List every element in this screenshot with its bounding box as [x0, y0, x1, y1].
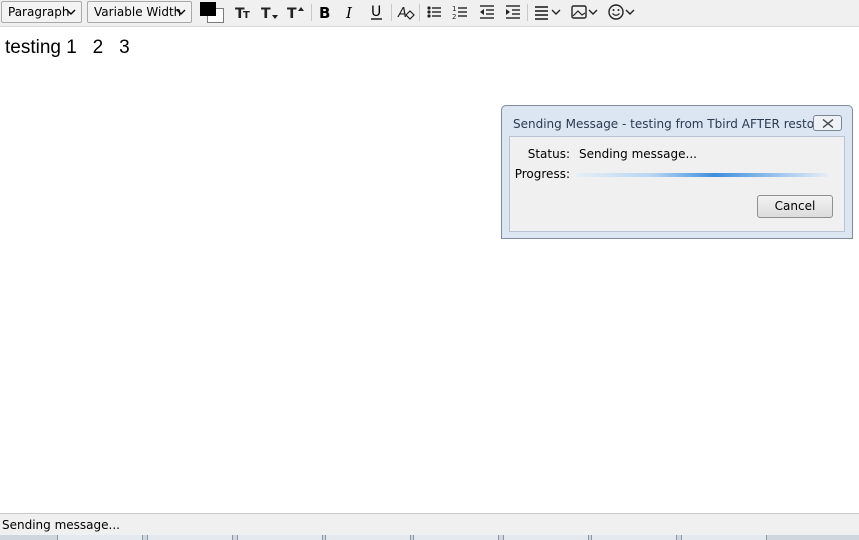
status-value: Sending message... — [579, 147, 697, 161]
svg-text:T: T — [287, 6, 297, 22]
taskbar-item[interactable] — [681, 535, 767, 540]
taskbar-item[interactable] — [147, 535, 233, 540]
taskbar-item[interactable] — [503, 535, 589, 540]
dialog-title: Sending Message - testing from Tbird AFT… — [513, 117, 827, 131]
toolbar-separator — [391, 4, 392, 21]
dialog-body: Status: Sending message... Progress: Can… — [509, 136, 845, 232]
smiley-icon[interactable] — [606, 2, 638, 22]
message-body-text[interactable]: testing 1 2 3 — [5, 37, 130, 59]
text-color-swatch[interactable] — [200, 2, 216, 16]
svg-text:T: T — [261, 6, 271, 22]
toolbar-separator — [527, 4, 528, 21]
svg-text:I: I — [345, 4, 353, 22]
taskbar-item[interactable] — [591, 535, 677, 540]
progress-bar — [576, 173, 828, 177]
sending-message-dialog: Sending Message - testing from Tbird AFT… — [501, 105, 853, 239]
align-icon[interactable] — [532, 2, 564, 22]
paragraph-format-select[interactable]: Paragraph — [1, 1, 82, 23]
svg-text:A: A — [397, 6, 407, 21]
progress-label: Progress: — [514, 167, 570, 181]
taskbar-strip — [0, 535, 859, 540]
decrease-font-size-icon[interactable]: T — [258, 2, 280, 22]
format-toolbar: Paragraph Variable Width TT T T B I U A — [0, 0, 859, 27]
toolbar-separator — [419, 4, 420, 21]
status-label: Status: — [527, 147, 570, 161]
close-button[interactable] — [813, 115, 842, 131]
underline-icon[interactable]: U — [366, 2, 388, 22]
chevron-down-icon — [175, 2, 187, 28]
insert-image-icon[interactable] — [569, 2, 601, 22]
taskbar-item[interactable] — [237, 535, 323, 540]
svg-text:T: T — [243, 10, 250, 21]
italic-icon[interactable]: I — [340, 2, 362, 22]
numbered-list-icon[interactable]: 12 — [449, 2, 471, 22]
font-size-icon[interactable]: TT — [232, 2, 254, 22]
toolbar-separator — [311, 4, 312, 21]
bulleted-list-icon[interactable] — [423, 2, 445, 22]
close-icon — [822, 119, 833, 128]
svg-text:1: 1 — [452, 5, 456, 13]
font-family-select[interactable]: Variable Width — [87, 1, 192, 23]
font-family-value: Variable Width — [94, 5, 182, 19]
increase-font-size-icon[interactable]: T — [284, 2, 306, 22]
status-bar-text: Sending message... — [2, 518, 120, 532]
taskbar-item[interactable] — [57, 535, 143, 540]
svg-text:B: B — [319, 4, 330, 22]
chevron-down-icon — [65, 2, 77, 28]
paragraph-format-value: Paragraph — [8, 5, 70, 19]
taskbar-item[interactable] — [413, 535, 499, 540]
taskbar-item[interactable] — [325, 535, 411, 540]
indent-icon[interactable] — [502, 2, 524, 22]
outdent-icon[interactable] — [476, 2, 498, 22]
cancel-button[interactable]: Cancel — [757, 195, 833, 218]
svg-text:2: 2 — [452, 13, 456, 21]
svg-text:U: U — [371, 4, 381, 20]
bold-icon[interactable]: B — [314, 2, 336, 22]
message-body-editor[interactable]: testing 1 2 3 — [0, 27, 859, 513]
status-bar: Sending message... — [0, 513, 859, 536]
remove-formatting-icon[interactable]: A — [395, 2, 417, 22]
